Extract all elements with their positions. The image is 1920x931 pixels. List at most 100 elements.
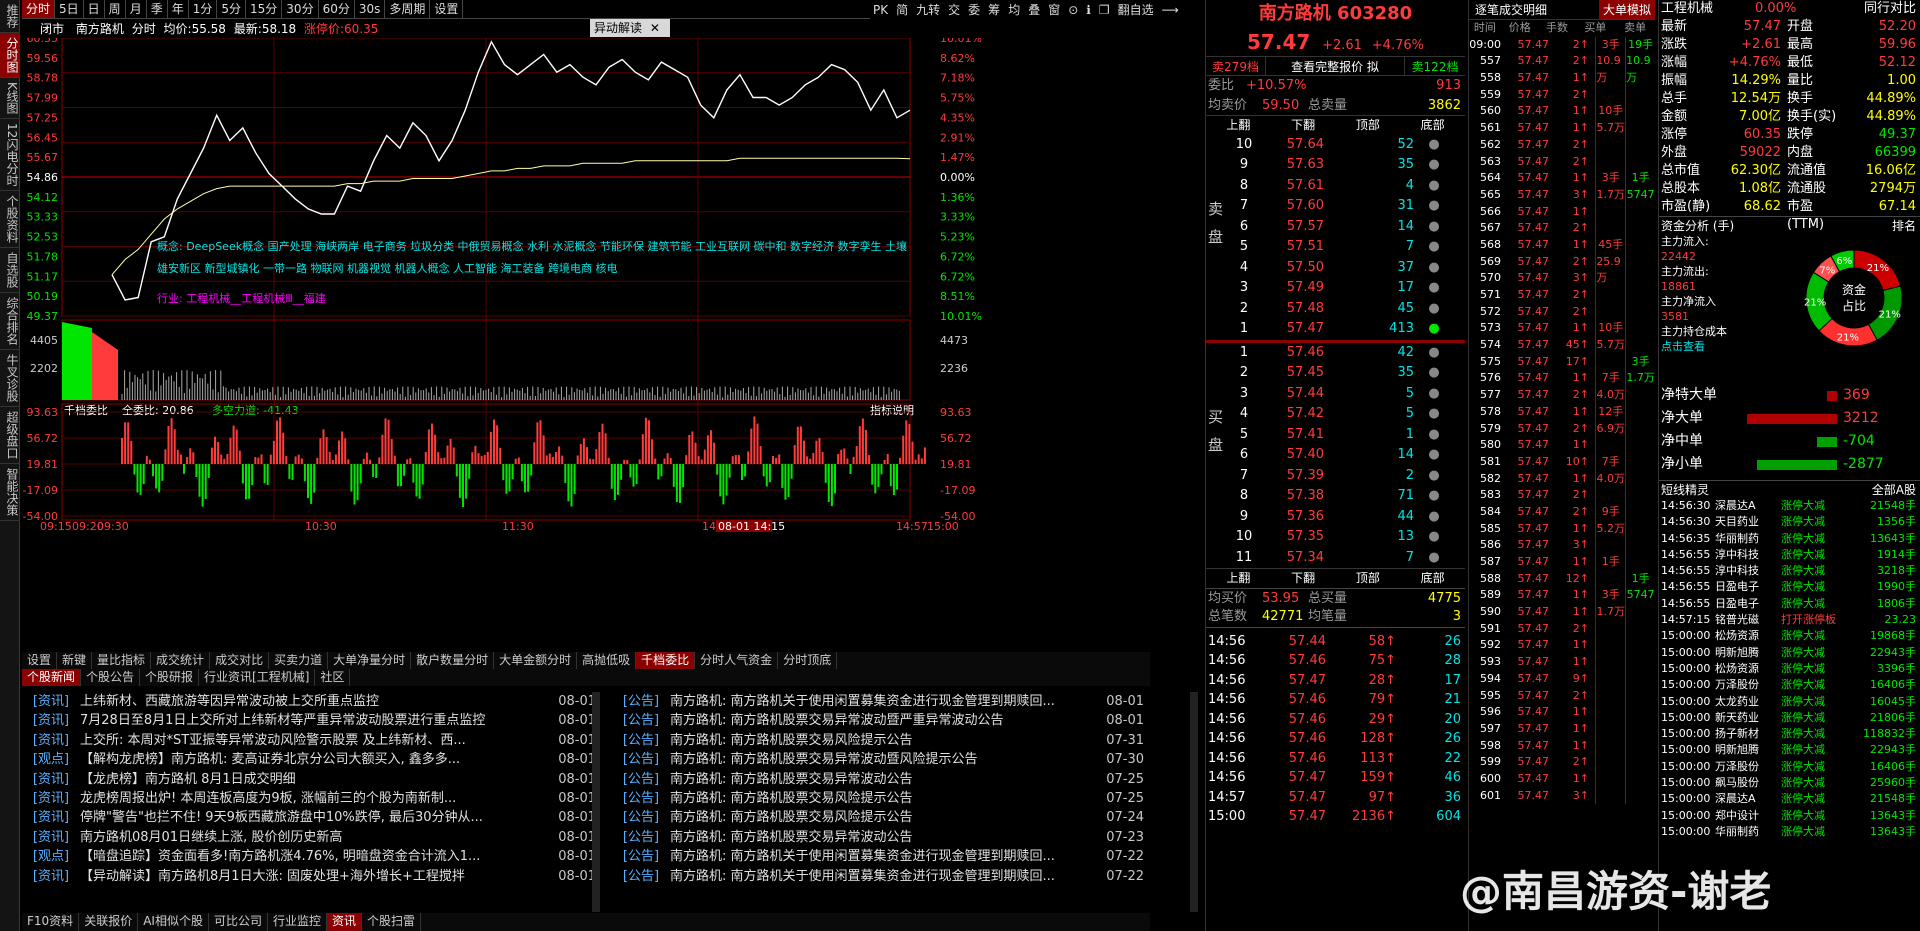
book-nav-button[interactable]: 下翻 [1271,116,1336,135]
news-item[interactable]: [资讯] 【龙虎榜】南方路机 8月1日成交明细 08-01 [22,770,602,789]
tab[interactable]: 分时顶底 [778,652,838,669]
tab[interactable]: 分时人气资金 [695,652,779,669]
tab[interactable]: 大单净量分时 [328,652,412,669]
tab[interactable]: 成交对比 [210,652,270,669]
news-title[interactable]: 【暗盘追踪】资金面看多!南方路机涨4.76%, 明暗盘资金合计流入1... [80,847,554,866]
flow-link[interactable]: 点击查看 [1661,339,1781,354]
sprite-row[interactable]: 15:00:00 郑中设计 涨停大减 13643手 [1659,808,1920,824]
news-item[interactable]: [观点] 【解构龙虎榜】南方路机: 麦高证券北京分公司大额买入, 鑫多多... 08… [22,750,602,769]
book-level[interactable]: 10 57.35 13 ● [1206,527,1465,548]
tab[interactable]: 散户数量分时 [411,652,495,669]
buy-levels-button[interactable]: 卖122档 [1405,57,1465,75]
news-title[interactable]: 南方路机: 南方路机股票交易异常波动公告 [670,828,1102,847]
news-title[interactable]: 上交所: 本周对*ST亚振等异常波动风险警示股票 及上纬新材、西... [80,731,554,750]
tab[interactable]: 千档委比 [636,652,696,669]
period-button[interactable]: 15分 [246,0,283,18]
period-button[interactable]: 30分 [282,0,319,18]
book-level[interactable]: 5 57.41 1 ● [1206,425,1465,446]
news-title[interactable]: 南方路机: 南方路机关于使用闲置募集资金进行现金管理到期赎回... [670,867,1102,886]
left-nav-item[interactable]: 个股资料 [0,191,20,249]
book-level[interactable]: 8 57.61 4 ● [1206,176,1465,197]
news-title[interactable]: 【龙虎榜】南方路机 8月1日成交明细 [80,770,554,789]
left-nav-item[interactable]: 12闪电分时 [0,119,20,192]
left-nav-item[interactable]: 牛叉诊股 [0,350,20,408]
book-level[interactable]: 9 57.36 44 ● [1206,507,1465,528]
tool-icon[interactable]: 筹 [985,1,1003,18]
news-title[interactable]: 停牌"警告"也拦不住! 9天9板西藏旅游盘中10%跌停, 最后30分钟从... [80,808,554,827]
left-nav-item[interactable]: K线图 [0,78,20,119]
sprite-row[interactable]: 14:56:35 华丽制药 涨停大减 13643手 [1659,531,1920,547]
book-nav-button[interactable]: 下翻 [1271,569,1336,588]
news-title[interactable]: 龙虎榜周报出炉! 本周连板高度为9板, 涨幅前三的个股为南新制... [80,789,554,808]
sprite-row[interactable]: 14:56:55 淳中科技 涨停大减 1914手 [1659,547,1920,563]
industry-name[interactable]: 工程机械 [1659,0,1755,18]
news-item[interactable]: [资讯] 南方路机08月01日继续上涨, 股价创历史新高 08-01 [22,828,602,847]
news-item[interactable]: [资讯] 停牌"警告"也拦不住! 9天9板西藏旅游盘中10%跌停, 最后30分钟从… [22,808,602,827]
book-level[interactable]: 9 57.63 35 ● [1206,155,1465,176]
sprite-row[interactable]: 15:00:00 明新旭腾 涨停大减 22943手 [1659,645,1920,661]
tool-icon[interactable]: 九转 [913,1,943,18]
intraday-chart[interactable]: 60.35 59.56 58.78 57.99 57.25 56.45 55.67 54.86… [22,32,1150,652]
tab[interactable]: 个股扫雷 [362,913,422,931]
tool-icon[interactable]: ℹ [1083,3,1094,17]
sprite-row[interactable]: 15:00:00 万泽股份 涨停大减 16406手 [1659,759,1920,775]
sell-levels-button[interactable]: 卖279档 [1206,57,1266,75]
period-button[interactable]: 多周期 [385,0,431,18]
news-title[interactable]: 南方路机: 南方路机关于使用闲置募集资金进行现金管理到期赎回... [670,692,1102,711]
sprite-row[interactable]: 15:00:00 太龙药业 涨停大减 16045手 [1659,694,1920,710]
left-nav-item[interactable]: 超级盘口 [0,407,20,465]
book-nav-button[interactable]: 上翻 [1206,116,1271,135]
book-level[interactable]: 8 57.38 71 ● [1206,486,1465,507]
news-item[interactable]: [资讯] 龙虎榜周报出炉! 本周连板高度为9板, 涨幅前三的个股为南新制... 08… [22,789,602,808]
tool-icon[interactable]: 翻自选 [1115,1,1157,18]
book-level[interactable]: 11 57.34 7 ● [1206,548,1465,569]
news-title[interactable]: 南方路机: 南方路机股票交易风险提示公告 [670,731,1102,750]
sprite-row[interactable]: 14:56:30 天目药业 涨停大减 1356手 [1659,514,1920,530]
book-level[interactable]: 6 57.57 14 ● [1206,217,1465,238]
book-level[interactable]: 2 57.45 35 ● [1206,363,1465,384]
news-scrollbar-right[interactable] [1190,692,1198,912]
book-level[interactable]: 7 57.39 2 ● [1206,466,1465,487]
news-title[interactable]: 南方路机: 南方路机股票交易异常波动公告 [670,770,1102,789]
news-item[interactable]: [资讯] 【异动解读】南方路机8月1日大涨: 固废处理+海外增长+工程搅拌 08-0… [22,867,602,886]
news-item[interactable]: [公告] 南方路机: 南方路机股票交易风险提示公告 07-24 [612,808,1150,827]
flow-rank[interactable]: 排名 [1892,217,1920,234]
tab[interactable]: AI相似个股 [138,913,209,931]
left-nav-item[interactable]: 推荐 [0,0,20,33]
sprite-row[interactable]: 15:00:00 新天药业 涨停大减 21806手 [1659,710,1920,726]
news-item[interactable]: [公告] 南方路机: 南方路机股票交易异常波动公告 07-23 [612,828,1150,847]
sprite-row[interactable]: 15:00:00 松炀资源 涨停大减 19868手 [1659,628,1920,644]
tool-icon[interactable]: 交 [945,1,963,18]
book-level[interactable]: 6 57.40 14 ● [1206,445,1465,466]
tab[interactable]: 大单金额分时 [494,652,578,669]
news-scrollbar[interactable] [592,692,600,912]
tab[interactable]: 资讯 [326,913,362,931]
tool-icon[interactable]: ❐ [1096,3,1113,17]
tab[interactable]: 行业监控 [268,913,327,931]
book-nav-button[interactable]: 底部 [1400,116,1465,135]
period-button[interactable]: 分时 [22,0,56,18]
sprite-row[interactable]: 14:56:30 深晨达A 涨停大减 21548手 [1659,498,1920,514]
news-item[interactable]: [公告] 南方路机: 南方路机股票交易异常波动公告 07-25 [612,770,1150,789]
sprite-row[interactable]: 14:56:55 淳中科技 涨停大减 3218手 [1659,563,1920,579]
period-button[interactable]: 设置 [430,0,464,18]
sprite-filter[interactable]: 全部A股 [1872,481,1920,498]
tool-icon[interactable]: 窗 [1045,1,1063,18]
book-nav-button[interactable]: 顶部 [1336,569,1401,588]
news-item[interactable]: [观点] 【暗盘追踪】资金面看多!南方路机涨4.76%, 明暗盘资金合计流入1..… [22,847,602,866]
news-item[interactable]: [公告] 南方路机: 南方路机股票交易风险提示公告 07-31 [612,731,1150,750]
tab[interactable]: 关联报价 [79,913,139,931]
big-order-button[interactable]: 大单模拟 [1598,0,1655,19]
news-item[interactable]: [资讯] 7月28日至8月1日上交所对上纬新材等严重异常波动股票进行重点监控 08-… [22,711,602,730]
tab[interactable]: F10资料 [22,913,80,931]
period-button[interactable]: 季 [147,0,168,18]
book-nav-button[interactable]: 底部 [1400,569,1465,588]
book-level[interactable]: 2 57.48 45 ● [1206,299,1465,320]
book-nav-button[interactable]: 顶部 [1336,116,1401,135]
period-button[interactable]: 月 [126,0,147,18]
news-item[interactable]: [资讯] 上交所: 本周对*ST亚振等异常波动风险警示股票 及上纬新材、西... 0… [22,731,602,750]
tab[interactable]: 社区 [315,669,351,686]
news-title[interactable]: 南方路机: 南方路机股票交易风险提示公告 [670,789,1102,808]
tool-icon[interactable]: ⟶ [1159,3,1182,17]
close-icon[interactable]: ✕ [650,21,660,35]
